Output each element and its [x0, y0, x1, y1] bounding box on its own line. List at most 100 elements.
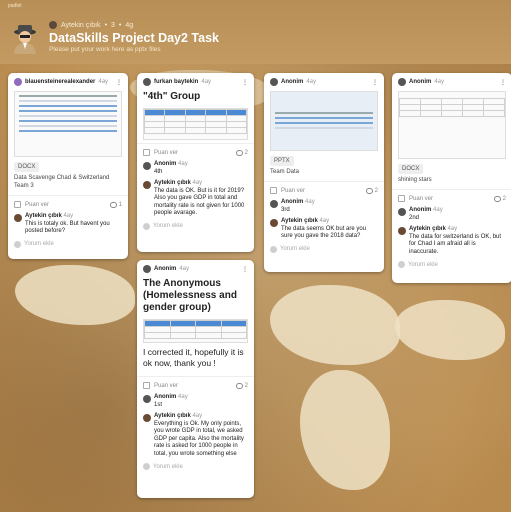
post-time: 4ay [201, 79, 212, 85]
comment: Aytekin çıbık 4ay The data seems OK but … [264, 215, 384, 242]
board-age: 4g [125, 21, 134, 29]
add-comment-label: Yorum ekle [153, 463, 183, 470]
comment: Anonim 4ay 1st [137, 391, 254, 410]
rate-icon[interactable] [398, 195, 405, 202]
comment-count[interactable]: 2 [365, 187, 378, 194]
comment: Aytekin çıbık 4ay The data is OK. But is… [137, 177, 254, 219]
add-comment-field[interactable]: Yorum ekle [137, 459, 254, 475]
comment-time: 4ay [305, 199, 315, 205]
post-header: furkan baytekin 4ay ⋮ [137, 73, 254, 89]
reaction-row: Puan ver 2 [137, 380, 254, 391]
preview-line [275, 112, 373, 114]
post-author: blauensteinerealexander [25, 79, 96, 85]
post-author: Anonim [409, 79, 432, 85]
add-comment-field[interactable]: Yorum ekle [264, 242, 384, 258]
reaction-row: Puan ver 2 [392, 193, 511, 204]
comment-count-value: 2 [502, 195, 506, 202]
preview-line [275, 127, 373, 129]
post-time: 4ay [434, 79, 445, 85]
post-card[interactable]: Anonim 4ay ⋮ PPTX Team Data Puan ver 2 A… [264, 73, 384, 272]
comment-time: 4ay [192, 413, 203, 419]
comment-count-value: 2 [374, 187, 378, 194]
comment-count-value: 2 [244, 382, 248, 389]
rate-label[interactable]: Puan ver [25, 202, 49, 208]
comment-count-value: 1 [118, 201, 122, 208]
avatar [398, 227, 406, 235]
comment-count[interactable]: 2 [493, 195, 506, 202]
comment-count[interactable]: 2 [235, 149, 248, 156]
rate-label[interactable]: Puan ver [281, 188, 305, 194]
avatar [14, 78, 22, 86]
document-preview[interactable] [398, 91, 506, 159]
divider [137, 376, 254, 377]
post-card[interactable]: Anonim 4ay ⋮ The Anonymous (Homelessness… [137, 260, 254, 498]
more-options-icon[interactable]: ⋮ [500, 79, 506, 86]
file-name[interactable]: Data Scavenge Chad & Switzerland Team 3 [8, 172, 128, 192]
post-time: 4ay [98, 79, 109, 85]
add-comment-label: Yorum ekle [153, 223, 183, 229]
comment-author: Aytekin çıbık [409, 226, 446, 232]
spreadsheet-preview[interactable] [143, 319, 248, 343]
comment-text: 2nd [409, 214, 420, 221]
more-options-icon[interactable]: ⋮ [116, 79, 122, 86]
avatar [398, 208, 406, 216]
file-name[interactable]: shining stars [392, 174, 511, 186]
comment: Anonim 4ay 3rd [264, 196, 384, 215]
comment-text: 3rd [281, 206, 290, 213]
avatar [143, 395, 151, 403]
rate-label[interactable]: Puan ver [409, 196, 433, 202]
preview-line [275, 122, 373, 124]
more-options-icon[interactable]: ⋮ [372, 79, 378, 86]
post-card[interactable]: Anonim 4ay ⋮ DOCX shining stars Puan ver… [392, 73, 511, 283]
avatar [143, 265, 151, 273]
more-options-icon[interactable]: ⋮ [242, 79, 248, 86]
comment-author: Aytekin çıbık [281, 218, 318, 224]
comment-text: The data for switzerland is OK, but for … [409, 233, 502, 255]
rate-icon[interactable] [143, 382, 150, 389]
rate-icon[interactable] [270, 187, 277, 194]
add-comment-label: Yorum ekle [24, 241, 54, 247]
comment-text: The data seems OK but are you sure you g… [281, 225, 367, 240]
post-time: 4ay [306, 79, 317, 85]
comment-body: Aytekin çıbık 4ay Everything is Ok. My o… [154, 413, 248, 458]
preview-line [19, 110, 117, 112]
avatar [270, 245, 277, 253]
preview-line [19, 130, 117, 132]
comment: Aytekin çıbık 4ay The data for switzerla… [392, 223, 511, 257]
board-title: DataSkills Project Day2 Task [49, 31, 219, 45]
divider [8, 195, 128, 196]
rate-label[interactable]: Puan ver [154, 150, 178, 156]
avatar [143, 181, 151, 189]
rate-icon[interactable] [143, 149, 150, 156]
comment: Anonim 4ay 2nd [392, 204, 511, 223]
comment-text: This is totaly ok. But havent you posted… [25, 220, 110, 235]
slide-preview[interactable] [270, 91, 378, 151]
rate-icon[interactable] [14, 201, 21, 208]
more-options-icon[interactable]: ⋮ [242, 266, 248, 273]
post-header: Anonim 4ay ⋮ [392, 73, 511, 89]
add-comment-field[interactable]: Yorum ekle [8, 237, 128, 253]
post-card[interactable]: furkan baytekin 4ay ⋮ "4th" Group Puan v… [137, 73, 254, 252]
comment-count[interactable]: 2 [235, 382, 248, 389]
avatar [143, 414, 151, 422]
comment-body: Anonim 4ay 3rd [281, 199, 315, 214]
comment-time: 4ay [178, 394, 188, 400]
comment-text: The data is OK. But is it for 2019? Also… [154, 187, 245, 217]
file-name[interactable]: Team Data [264, 166, 384, 178]
board-author: Aytekin çıbık [61, 21, 101, 29]
document-preview[interactable] [14, 91, 122, 157]
avatar [143, 222, 150, 230]
spy-avatar-icon [14, 25, 36, 54]
comment-count[interactable]: 1 [109, 201, 122, 208]
post-body: I corrected it, hopefully it is ok now, … [143, 347, 244, 368]
preview-line [19, 125, 117, 127]
rate-label[interactable]: Puan ver [154, 383, 178, 389]
post-title: The Anonymous (Homelessness and gender g… [143, 278, 237, 313]
board-meta: Aytekin çıbık • 3 • 4g [49, 21, 133, 29]
add-comment-field[interactable]: Yorum ekle [392, 257, 511, 273]
avatar [14, 214, 22, 222]
spreadsheet-preview[interactable] [143, 108, 248, 140]
post-card[interactable]: blauensteinerealexander 4ay ⋮ DOCX Data … [8, 73, 128, 259]
avatar [398, 261, 405, 268]
add-comment-field[interactable]: Yorum ekle [137, 219, 254, 235]
